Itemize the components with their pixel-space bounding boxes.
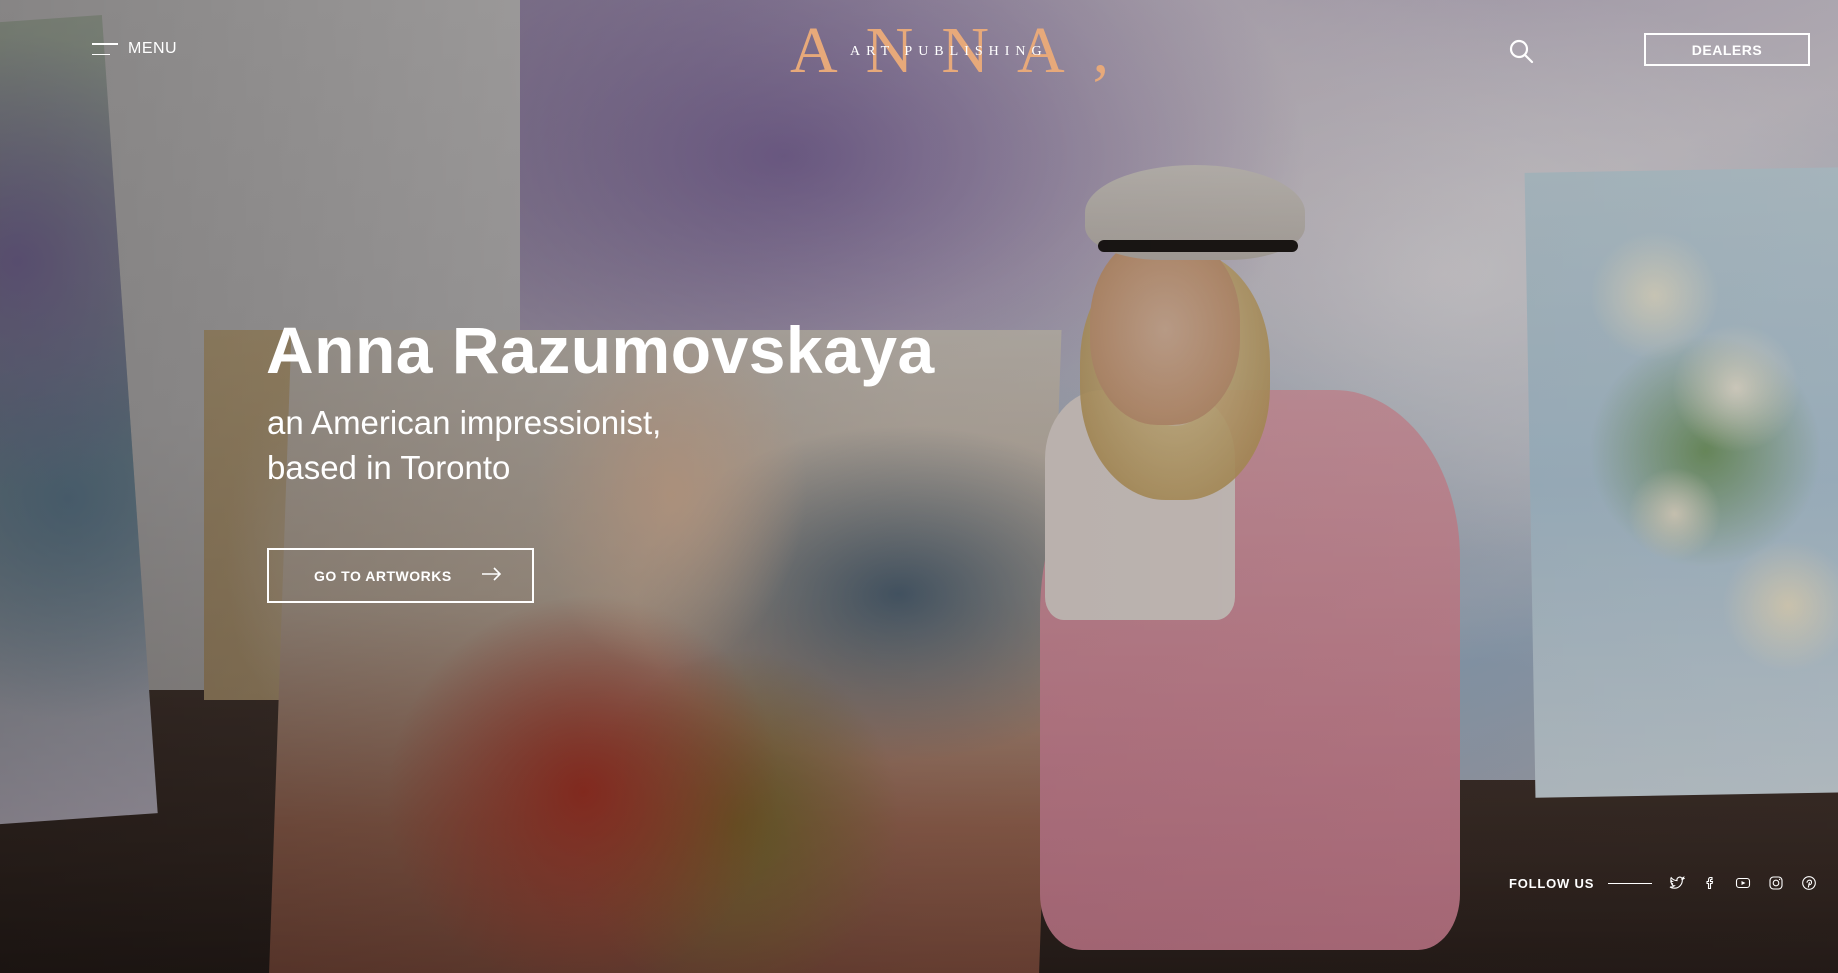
search-icon[interactable] [1508,38,1534,64]
facebook-icon[interactable] [1701,874,1719,892]
follow-us-label: FOLLOW US [1509,875,1595,891]
follow-divider [1608,882,1653,884]
go-to-artworks-button[interactable]: GO TO ARTWORKS [267,548,534,603]
social-links [1668,874,1818,892]
arrow-right-icon [481,567,502,584]
twitter-icon[interactable] [1668,874,1686,892]
youtube-icon[interactable] [1734,874,1752,892]
cta-label: GO TO ARTWORKS [314,567,452,584]
logo-tagline: ART PUBLISHING [850,44,1048,59]
instagram-icon[interactable] [1767,874,1785,892]
dealers-button[interactable]: DEALERS [1644,33,1810,66]
hamburger-icon [92,43,118,55]
hero-subtitle-line2: based in Toronto [267,449,511,486]
menu-button[interactable]: MENU [92,40,177,58]
hero-subtitle: an American impressionist, based in Toro… [267,400,767,490]
hero-subtitle-line1: an American impressionist, [267,404,662,441]
follow-us: FOLLOW US [1509,874,1818,892]
menu-label: MENU [128,40,178,57]
site-logo[interactable]: ANNA, ART PUBLISHING [790,16,1120,86]
hero-title: Anna Razumovskaya [266,313,935,387]
pinterest-icon[interactable] [1800,874,1818,892]
